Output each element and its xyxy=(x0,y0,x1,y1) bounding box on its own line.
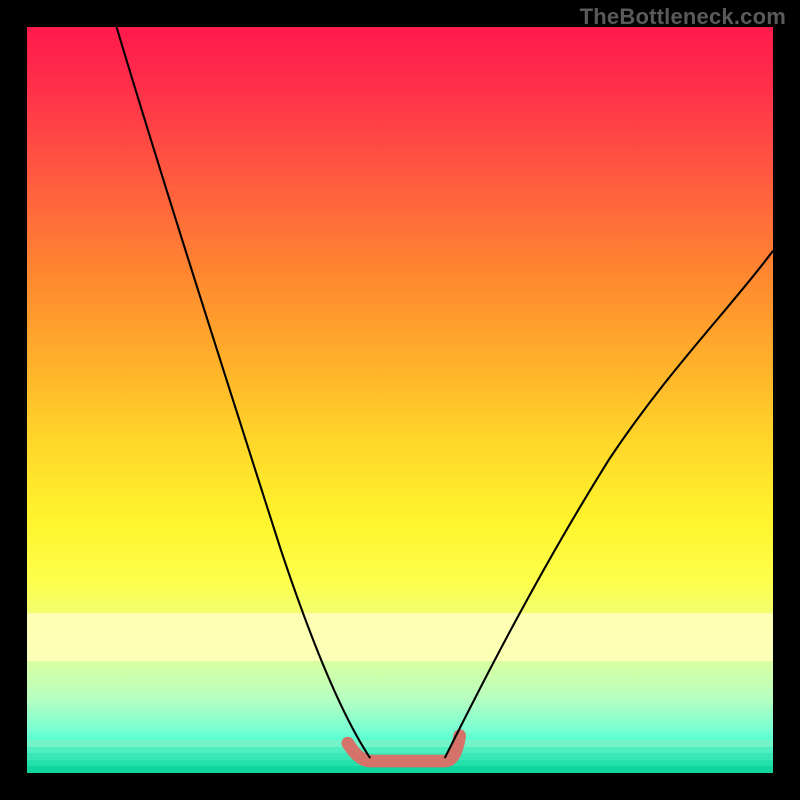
curves-svg xyxy=(27,27,773,773)
plot-area xyxy=(27,27,773,773)
chart-frame: TheBottleneck.com xyxy=(0,0,800,800)
left-curve-line xyxy=(117,27,371,758)
right-curve-line xyxy=(445,251,773,758)
